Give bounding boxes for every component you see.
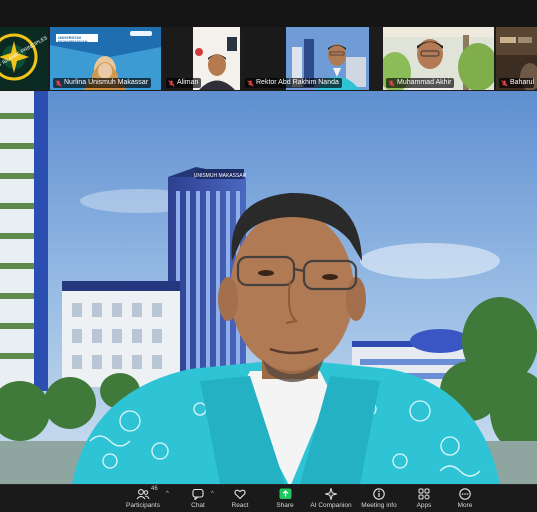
participant-name: Aliman (177, 79, 199, 86)
more-button[interactable]: More (439, 487, 491, 512)
mic-muted-icon (55, 79, 62, 87)
share-label: Share (276, 502, 294, 509)
participant-name: Nurlina Unismuh Makassar (64, 79, 149, 86)
window-top-strip (0, 0, 537, 27)
meeting-controls-toolbar: Participants 46 ^ Chat ^ React Share AI … (0, 484, 537, 512)
participants-icon (136, 489, 150, 500)
participant-tile-baharullah[interactable]: Baharullah (496, 27, 537, 90)
share-button[interactable]: Share (259, 487, 311, 512)
mic-muted-icon (388, 79, 395, 87)
participant-tile-logo[interactable]: BRILLIANT ISLAMIC PRINCIPLES (0, 27, 48, 90)
building-sign-text: UNISMUH MAKASSAR (194, 173, 247, 179)
ai-companion-button[interactable]: AI Companion (305, 487, 357, 512)
more-label: More (457, 502, 473, 509)
sparkle-icon (325, 488, 337, 500)
apps-icon (418, 488, 430, 500)
mic-muted-icon (501, 79, 508, 87)
participant-tile-nurlina[interactable]: UNIVERSITAS MUHAMMADIYAH MAKASSAR Nurlin… (50, 27, 161, 90)
mic-muted-icon (168, 79, 175, 87)
speaker-video-frame: UNISMUH MAKASSAR (0, 91, 537, 484)
mid-building (62, 281, 180, 387)
meeting-info-label: Meeting info (361, 502, 397, 509)
participant-tile-rektor[interactable]: Rektor Abd Rakhim Nanda (242, 27, 369, 90)
more-icon (459, 488, 471, 500)
participants-caret-icon[interactable]: ^ (166, 491, 169, 497)
participant-thumbnail-strip: BRILLIANT ISLAMIC PRINCIPLES UNIVERSITAS… (0, 27, 537, 91)
ai-companion-label: AI Companion (310, 502, 352, 509)
mic-muted-icon (247, 79, 254, 87)
participants-count: 46 (151, 486, 158, 492)
chat-label: Chat (191, 502, 205, 509)
participant-tile-muhammad-akhir[interactable]: Muhammad Akhir (383, 27, 494, 90)
participant-name-bar: Rektor Abd Rakhim Nanda (245, 78, 342, 88)
participant-name: Baharullah (510, 79, 534, 86)
participants-button[interactable]: Participants (117, 487, 169, 512)
slide-header-text: UNIVERSITAS MUHAMMADIYAH MAKASSAR (58, 36, 88, 48)
participant-name: Rektor Abd Rakhim Nanda (256, 79, 339, 86)
participant-name-bar: Aliman (166, 78, 202, 88)
info-icon (373, 488, 385, 500)
chat-icon (192, 488, 204, 500)
left-building (0, 91, 48, 391)
participant-name-bar: Nurlina Unismuh Makassar (53, 78, 152, 88)
active-speaker-video[interactable]: UNISMUH MAKASSAR (0, 91, 537, 484)
participant-name: Muhammad Akhir (397, 79, 452, 86)
share-screen-icon (279, 488, 291, 499)
university-logo-icon: BRILLIANT ISLAMIC PRINCIPLES (0, 27, 48, 90)
participant-tile-aliman[interactable]: Aliman (163, 27, 240, 90)
participant-name-bar: Baharullah (499, 78, 534, 88)
react-label: React (231, 502, 249, 509)
heart-icon (234, 489, 246, 500)
participant-name-bar: Muhammad Akhir (386, 78, 455, 88)
apps-label: Apps (416, 502, 432, 509)
participants-label: Participants (126, 502, 160, 509)
